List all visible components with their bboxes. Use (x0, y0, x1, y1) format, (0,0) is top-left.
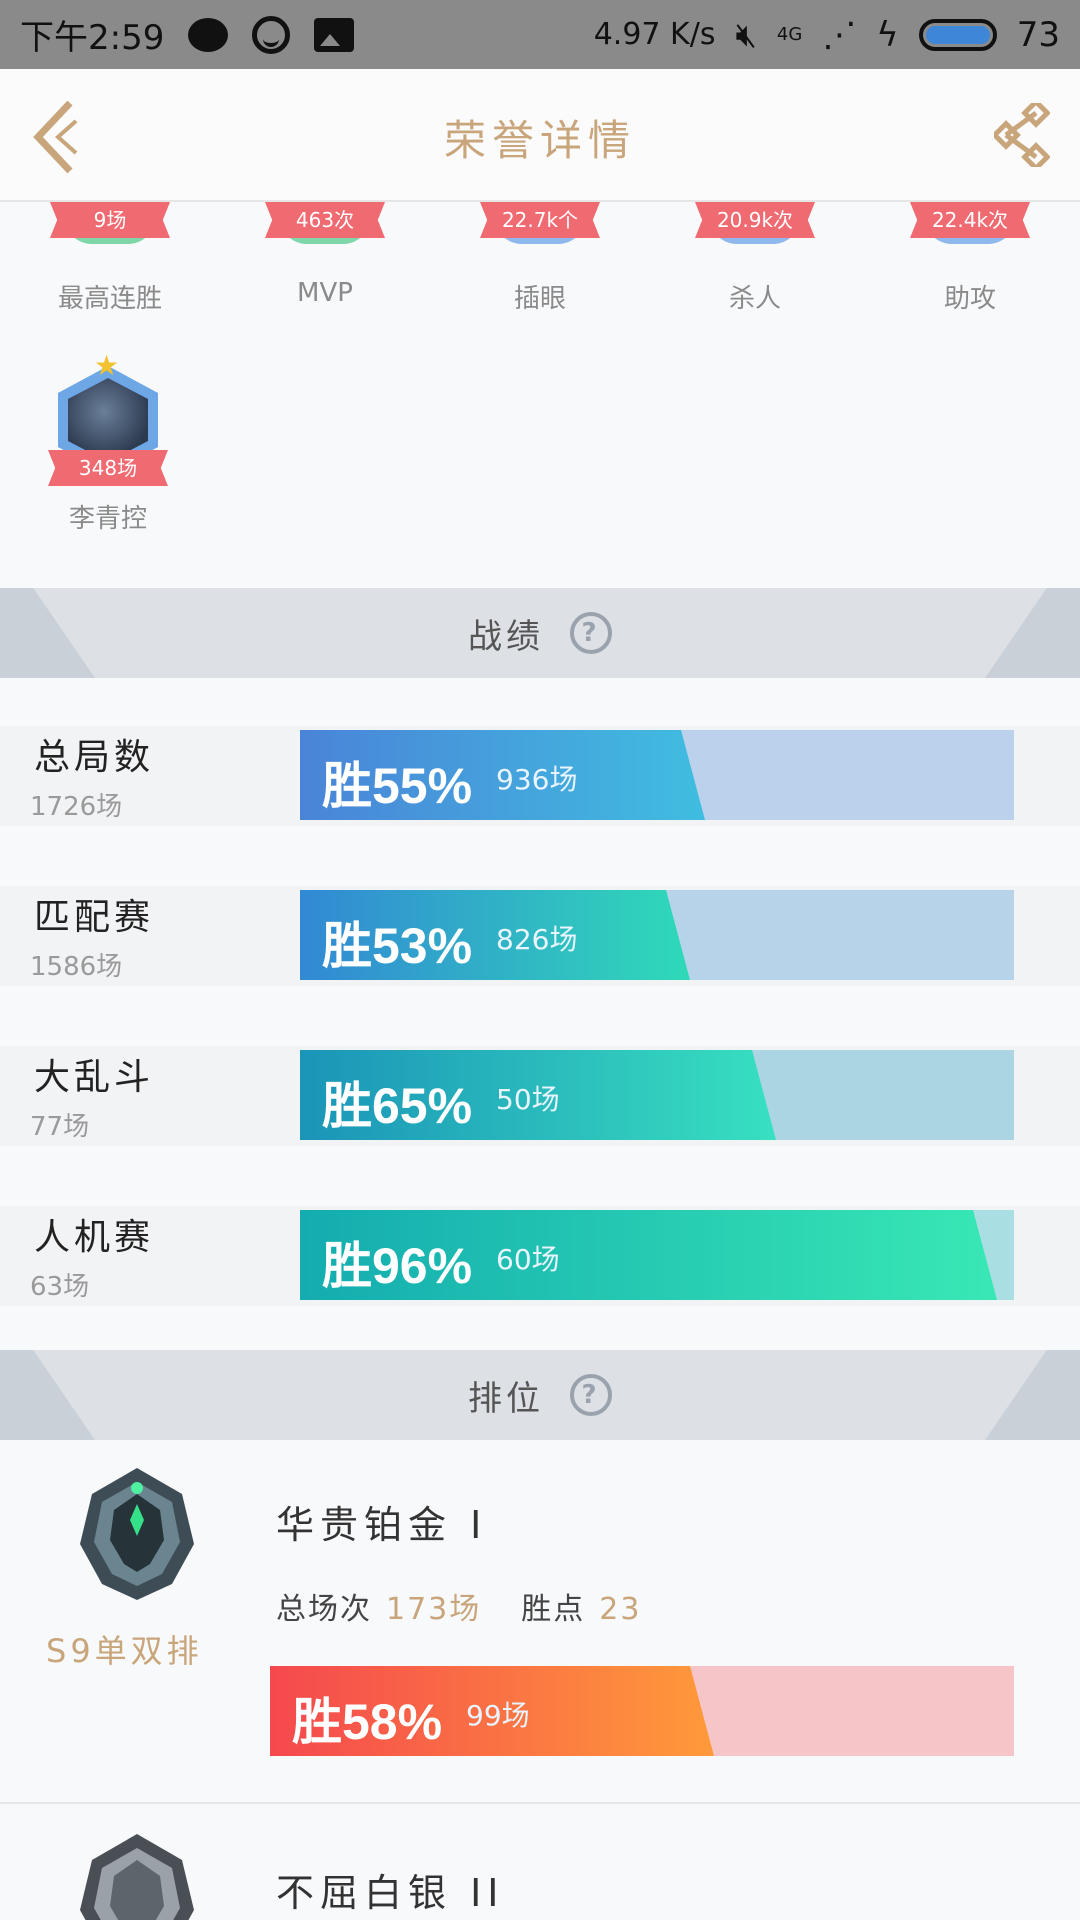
stat-row-aram[interactable]: 大乱斗 77场 胜65% 50场 (0, 1046, 1080, 1146)
honor-hero-mastery[interactable]: ★ 348场 李青控 (28, 352, 188, 535)
stat-name: 大乱斗 (34, 1057, 155, 1098)
platinum-emblem-icon (80, 1468, 194, 1600)
section-title: 排位 (468, 1378, 544, 1419)
battery-icon (918, 18, 997, 51)
honor-kills[interactable]: 20.9k次 杀人 (675, 202, 835, 315)
badge-icon: 22.4k次 (910, 202, 1030, 272)
honor-value: 9场 (50, 202, 170, 238)
honor-label: 最高连胜 (57, 284, 162, 314)
win-rate-bar: 胜58% 99场 (270, 1666, 1014, 1756)
badge-icon: 20.9k次 (695, 202, 815, 272)
network-type: 4G (776, 24, 803, 45)
honor-assists[interactable]: 22.4k次 助攻 (890, 202, 1050, 315)
stat-name: 人机赛 (34, 1217, 155, 1258)
help-icon[interactable]: ? (570, 612, 612, 654)
games-label: 总场次 (276, 1592, 372, 1627)
honor-value: 22.7k个 (480, 202, 600, 238)
rank-tier: 不屈白银 II (276, 1871, 505, 1915)
stat-total: 1726场 (30, 792, 123, 822)
wins-count: 50场 (496, 1083, 560, 1116)
share-icon[interactable] (994, 103, 1050, 167)
honors-grid: 9场 最高连胜 463次 MVP 22.7k个 插眼 20.9k次 杀人 22.… (0, 202, 1080, 588)
page-title: 荣誉详情 (443, 116, 636, 165)
honor-wards[interactable]: 22.7k个 插眼 (460, 202, 620, 315)
stat-name: 总局数 (34, 737, 155, 778)
honor-mvp[interactable]: 463次 MVP (245, 202, 405, 308)
win-rate-bar: 胜96% 60场 (300, 1210, 1014, 1300)
stat-row-total[interactable]: 总局数 1726场 胜55% 936场 (0, 726, 1080, 826)
win-rate: 胜53% (322, 918, 473, 974)
win-rate: 胜55% (322, 758, 473, 814)
stat-row-normal[interactable]: 匹配赛 1586场 胜53% 826场 (0, 886, 1080, 986)
honor-label: 助攻 (943, 284, 996, 314)
win-rate: 胜58% (292, 1694, 443, 1750)
message-icon (188, 17, 229, 52)
win-rate-bar: 胜65% 50场 (300, 1050, 1014, 1140)
app-notification-icon (252, 15, 291, 54)
status-bar: 下午2:59 4.97 K/s 🔇︎ 4G ⋰ ϟ 73 (0, 0, 1080, 69)
win-rate-bar: 胜55% 936场 (300, 730, 1014, 820)
network-speed: 4.97 K/s (593, 17, 716, 52)
badge-icon: 463次 (265, 202, 385, 272)
win-rate-bar: 胜53% 826场 (300, 890, 1014, 980)
wins-count: 826场 (496, 923, 578, 956)
rank-section-header: 排位 ? (0, 1350, 1080, 1440)
honor-value: 20.9k次 (695, 202, 815, 238)
stat-total: 1586场 (30, 952, 123, 982)
nav-bar: 荣誉详情 (0, 69, 1080, 202)
win-rate: 胜65% (322, 1078, 473, 1134)
charging-icon: ϟ (876, 14, 899, 55)
wins-count: 99场 (466, 1699, 530, 1732)
mute-icon: 🔇︎ (735, 14, 757, 55)
section-title: 战绩 (468, 616, 544, 657)
honor-label: 插眼 (513, 284, 566, 314)
honor-value: 22.4k次 (910, 202, 1030, 238)
star-icon: ★ (94, 349, 120, 382)
honor-value: 348场 (48, 450, 168, 486)
rank-tier: 华贵铂金 I (276, 1503, 488, 1547)
hero-avatar: ★ 348场 (48, 352, 168, 492)
stat-total: 63场 (30, 1272, 90, 1302)
stat-row-bots[interactable]: 人机赛 63场 胜96% 60场 (0, 1206, 1080, 1306)
wins-count: 936场 (496, 763, 578, 796)
stat-name: 匹配赛 (34, 897, 155, 938)
honor-win-streak[interactable]: 9场 最高连胜 (30, 202, 190, 315)
points-label: 胜点 (521, 1592, 586, 1627)
win-rate: 胜96% (322, 1238, 473, 1294)
honor-value: 463次 (265, 202, 385, 238)
badge-icon: 9场 (50, 202, 170, 272)
honor-label: MVP (297, 278, 353, 308)
stats-section-header: 战绩 ? (0, 588, 1080, 678)
help-icon[interactable]: ? (570, 1374, 612, 1416)
image-icon (314, 17, 355, 52)
silver-emblem-icon (80, 1834, 194, 1920)
status-time: 下午2:59 (20, 18, 165, 58)
rank-queue: S9单双排 (46, 1632, 203, 1670)
honor-label: 李青控 (68, 504, 147, 534)
badge-icon: 22.7k个 (480, 202, 600, 272)
stat-total: 77场 (30, 1112, 90, 1142)
rank-meta: 总场次 173场 胜点 23 (276, 1584, 641, 1628)
honor-label: 杀人 (728, 284, 781, 314)
rank-entry-flex[interactable]: 不屈白银 II (0, 1806, 1080, 1920)
rank-entry-solo[interactable]: S9单双排 华贵铂金 I 总场次 173场 胜点 23 胜58% 99场 (0, 1440, 1080, 1804)
signal-icon: ⋰ (822, 14, 857, 55)
wins-count: 60场 (496, 1243, 560, 1276)
points-value: 23 (599, 1592, 642, 1627)
battery-level: 73 (1016, 14, 1060, 55)
games-value: 173场 (386, 1592, 482, 1627)
